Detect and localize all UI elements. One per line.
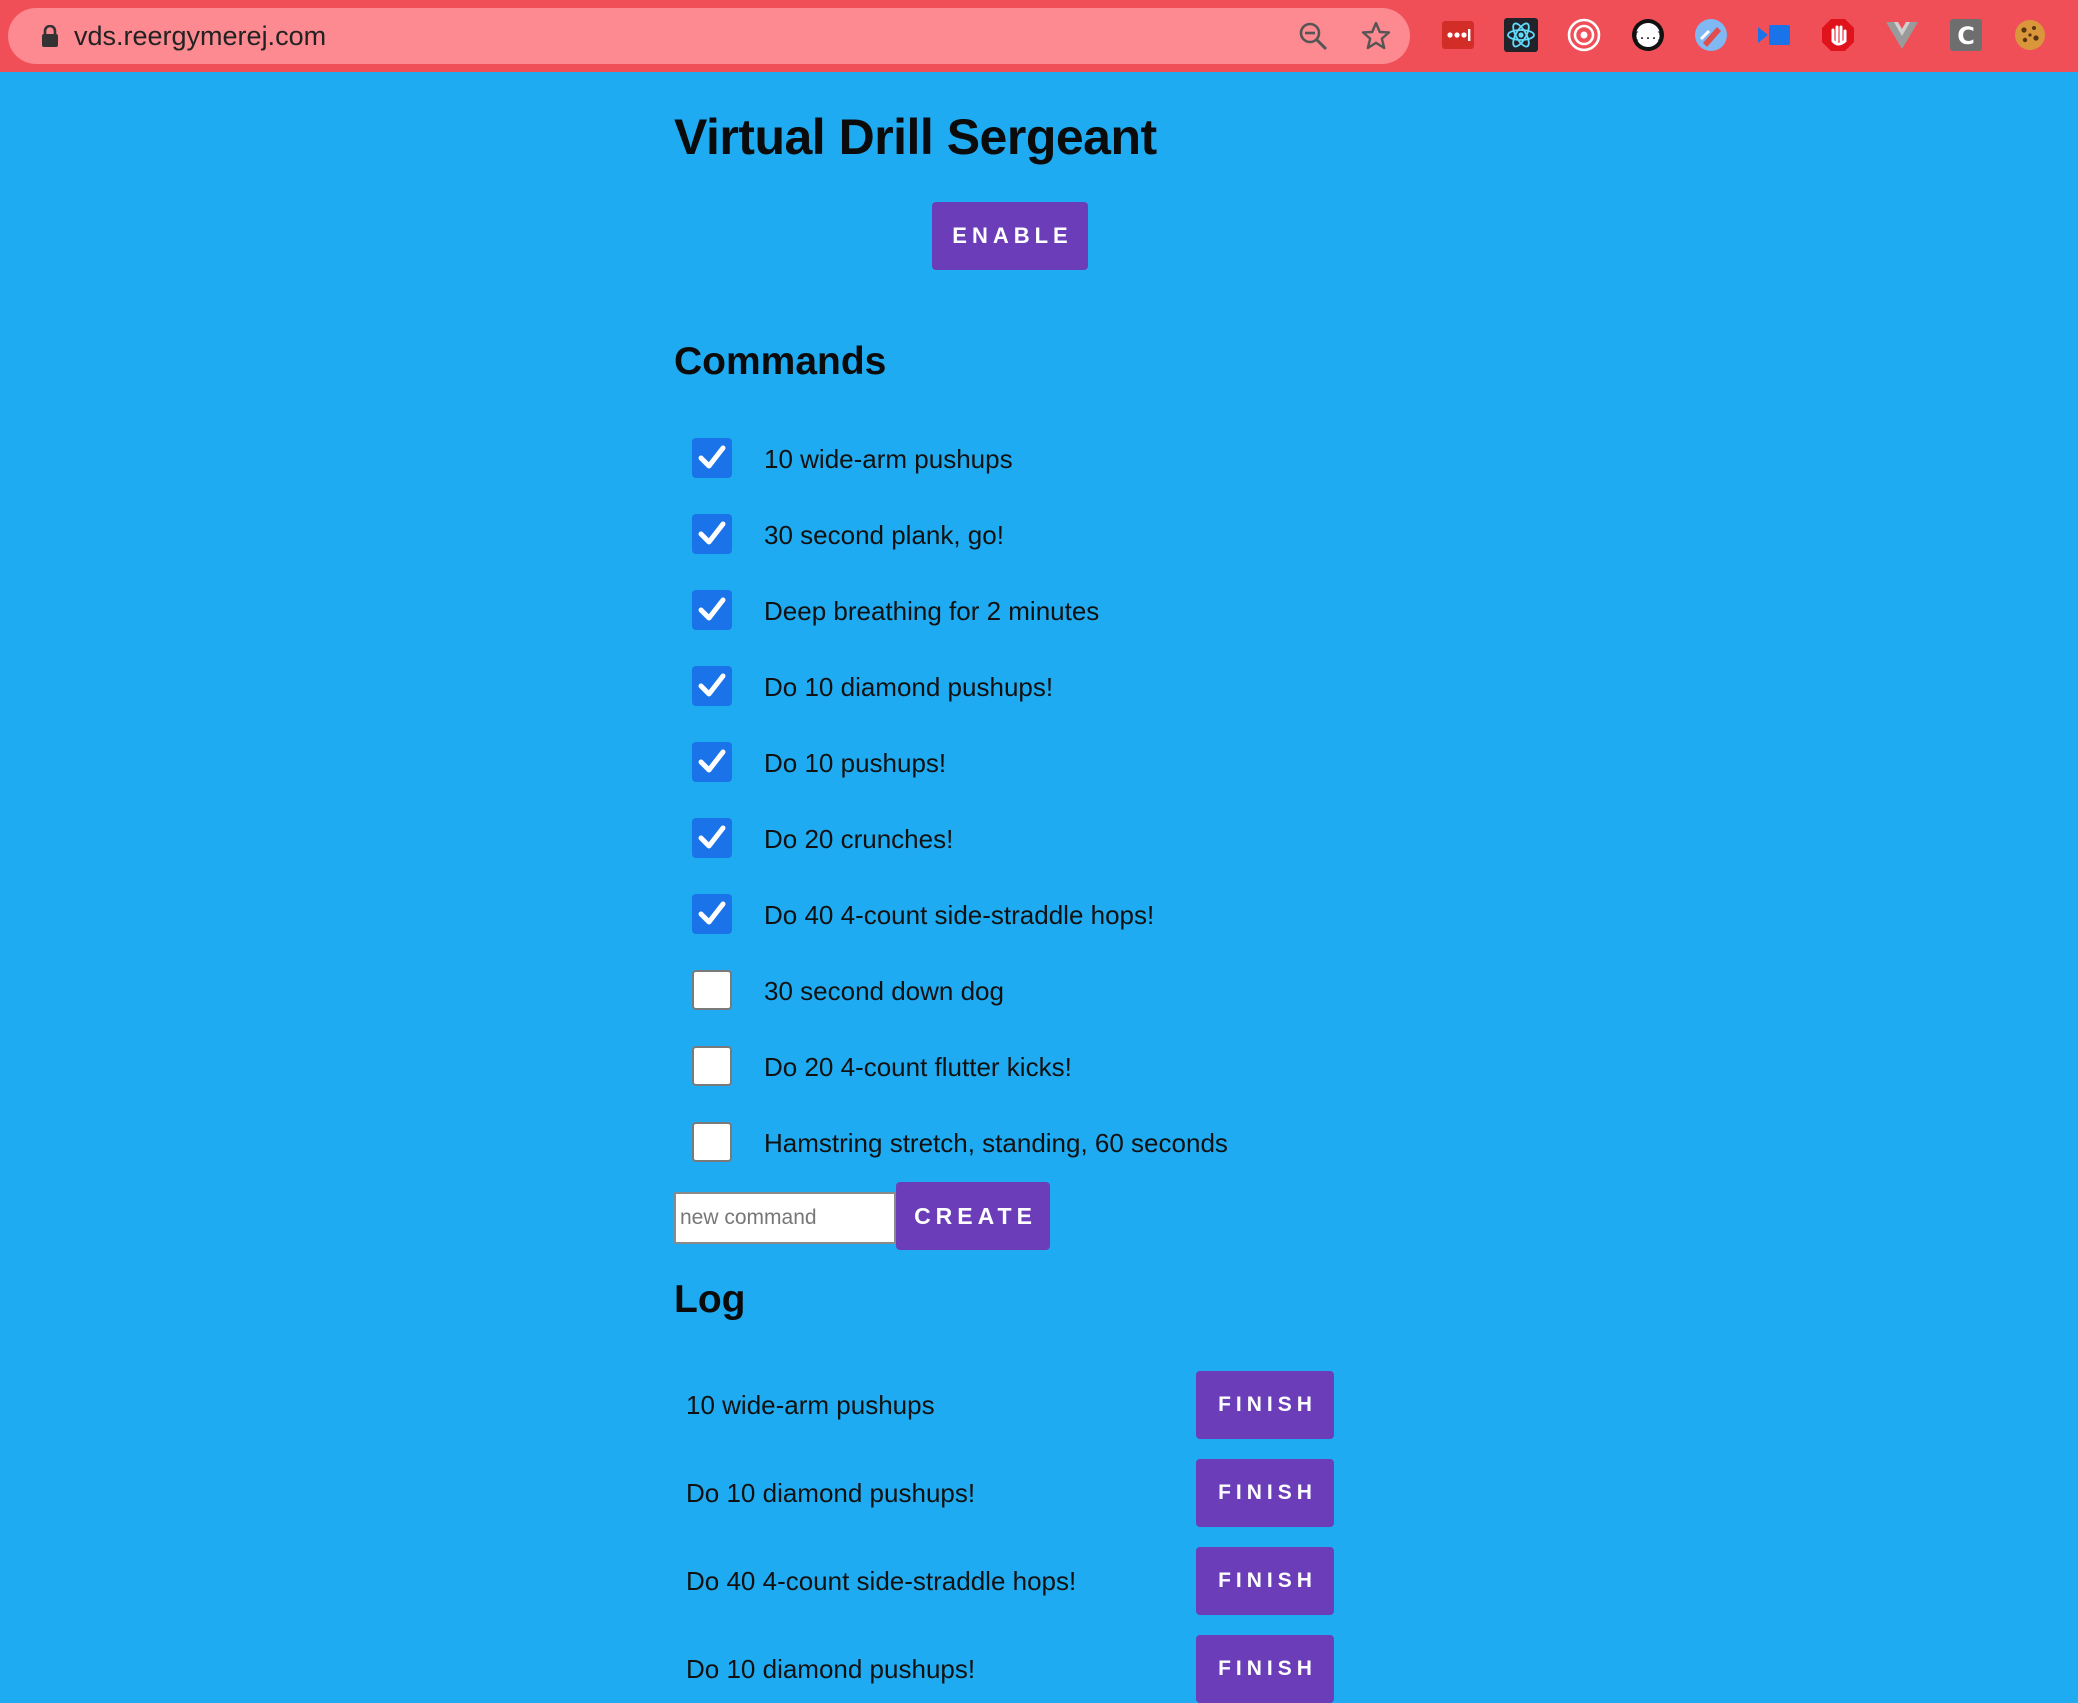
checkbox-checked[interactable] [692,590,732,630]
svg-text:C: C [1957,22,1975,50]
log-item-label: Do 10 diamond pushups! [686,1654,976,1684]
create-button[interactable]: CREATE [896,1182,1050,1250]
enable-button[interactable]: ENABLE [932,202,1088,270]
zoom-out-icon[interactable] [1298,21,1328,51]
log-item: Do 40 4-count side-straddle hops! FINISH [674,1547,1374,1615]
cookie-icon[interactable] [2012,17,2048,53]
screen-recorder-icon[interactable] [1756,17,1792,53]
checkmark-icon [698,521,726,545]
checkbox-checked[interactable] [692,514,732,554]
checkbox-unchecked[interactable] [692,1122,732,1162]
commands-heading: Commands [674,340,887,383]
command-item: Hamstring stretch, standing, 60 seconds [692,1121,1392,1165]
adblock-icon[interactable] [1820,17,1856,53]
log-item: 10 wide-arm pushups FINISH [674,1371,1374,1439]
checkbox-unchecked[interactable] [692,1046,732,1086]
command-label: Do 10 pushups! [764,748,947,778]
vue-devtools-icon[interactable] [1884,17,1920,53]
command-label: 30 second plank, go! [764,520,1004,550]
checkbox-checked[interactable] [692,666,732,706]
finish-button[interactable]: FINISH [1196,1635,1334,1703]
finish-button[interactable]: FINISH [1196,1547,1334,1615]
command-item: 10 wide-arm pushups [692,437,1392,481]
checkbox-checked[interactable] [692,818,732,858]
checkbox-checked[interactable] [692,894,732,934]
command-item: Do 20 crunches! [692,817,1392,861]
command-label: 10 wide-arm pushups [764,444,1013,474]
command-label: Deep breathing for 2 minutes [764,596,1100,626]
json-viewer-icon[interactable]: {...} [1630,17,1666,53]
page-title: Virtual Drill Sergeant [674,109,1157,165]
log-item: Do 10 diamond pushups! FINISH [674,1459,1374,1527]
checkmark-icon [698,825,726,849]
command-label: 30 second down dog [764,976,1004,1006]
lastpass-icon[interactable] [1440,17,1476,53]
lock-icon[interactable] [40,25,60,47]
address-bar[interactable]: vds.reergymerej.com [8,8,1410,64]
log-item-label: Do 10 diamond pushups! [686,1478,976,1508]
command-label: Do 20 crunches! [764,824,954,854]
finish-button[interactable]: FINISH [1196,1459,1334,1527]
bookmark-star-icon[interactable] [1360,20,1392,52]
command-item: 30 second plank, go! [692,513,1392,557]
log-item: Do 10 diamond pushups! FINISH [674,1635,1374,1703]
checkmark-icon [698,445,726,469]
command-label: Do 10 diamond pushups! [764,672,1054,702]
browser-toolbar: vds.reergymerej.com {...} C [0,0,2078,72]
checkmark-icon [698,901,726,925]
checkmark-icon [698,673,726,697]
command-label: Hamstring stretch, standing, 60 seconds [764,1128,1228,1158]
command-item: Deep breathing for 2 minutes [692,589,1392,633]
react-devtools-icon[interactable] [1503,17,1539,53]
log-heading: Log [674,1278,746,1321]
checkmark-icon [698,749,726,773]
finish-button[interactable]: FINISH [1196,1371,1334,1439]
log-item-label: Do 40 4-count side-straddle hops! [686,1566,1077,1596]
checkbox-checked[interactable] [692,742,732,782]
new-command-input[interactable] [674,1192,896,1244]
checkbox-checked[interactable] [692,438,732,478]
url-text[interactable]: vds.reergymerej.com [74,8,326,64]
checkbox-unchecked[interactable] [692,970,732,1010]
command-item: 30 second down dog [692,969,1392,1013]
command-label: Do 40 4-count side-straddle hops! [764,900,1155,930]
command-item: Do 10 pushups! [692,741,1392,785]
checkmark-icon [698,597,726,621]
svg-text:{...}: {...} [1633,31,1663,42]
c-extension-icon[interactable]: C [1948,17,1984,53]
target-icon[interactable] [1566,17,1602,53]
color-picker-icon[interactable] [1693,17,1729,53]
command-item: Do 40 4-count side-straddle hops! [692,893,1392,937]
command-item: Do 10 diamond pushups! [692,665,1392,709]
command-label: Do 20 4-count flutter kicks! [764,1052,1072,1082]
command-item: Do 20 4-count flutter kicks! [692,1045,1392,1089]
log-item-label: 10 wide-arm pushups [686,1390,935,1420]
